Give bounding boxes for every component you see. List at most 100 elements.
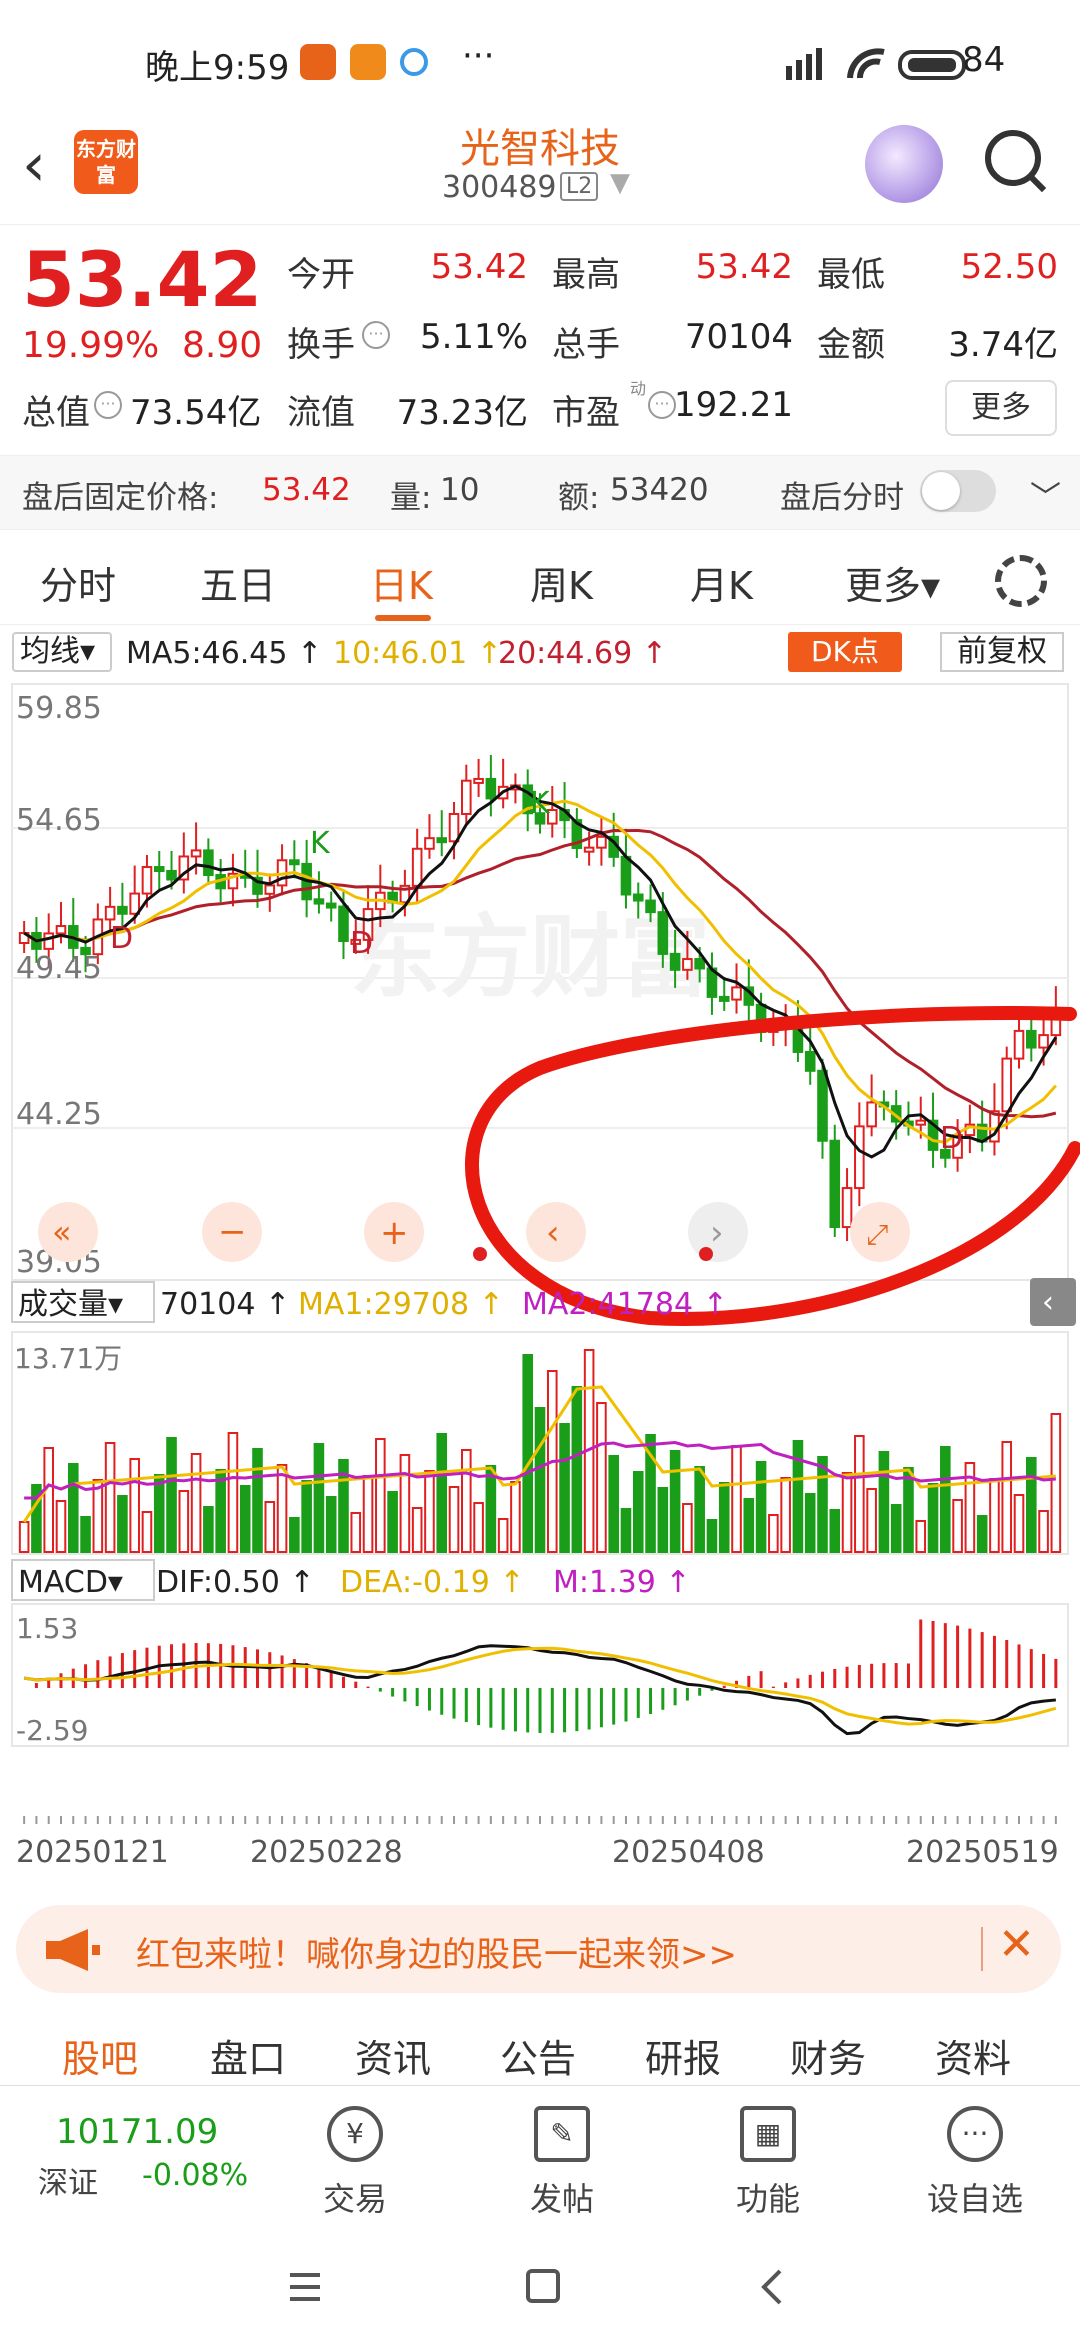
more-notifications-icon: ··· [462,36,495,76]
candle [1001,1057,1013,1113]
volume-bar [559,1423,570,1553]
info-icon[interactable]: ··· [362,321,390,349]
change-percent: 19.99% [22,325,160,366]
candle [583,846,595,853]
tab-monthly-k[interactable]: 月K [690,555,753,610]
info-icon[interactable]: ··· [94,391,122,419]
candle [731,986,742,1001]
trade-button[interactable]: ¥ 交易 [295,2106,415,2220]
level-badge[interactable]: L2 [560,172,599,201]
volume-bar [141,1511,153,1553]
tab-announcements[interactable]: 公告 [500,2028,576,2083]
robot-assistant-icon[interactable] [865,125,943,203]
candle [338,905,349,943]
volume-bar [313,1443,325,1553]
volume-max-label: 13.71万 [14,1342,122,1375]
volume-bar [755,1461,767,1553]
volume-bar [1025,1457,1037,1553]
candle [804,1050,816,1072]
stock-code[interactable]: 300489 [442,170,557,205]
back-nav-icon[interactable] [761,2269,782,2305]
index-value[interactable]: 10171.09 [56,2112,218,2152]
volume-bar [890,1504,902,1553]
edit-icon: ✎ [534,2106,590,2162]
candle [915,1119,927,1126]
candle [829,1139,841,1229]
volume-bar [596,1402,607,1553]
functions-button[interactable]: ▦ 功能 [708,2106,828,2220]
candle [325,902,337,909]
d-marker: D [350,926,373,961]
macd-dif: DIF:0.50 ↑ [156,1565,314,1600]
index-name[interactable]: 深证 [38,2158,98,2202]
system-nav-bar [0,2215,1080,2340]
tab-finance[interactable]: 财务 [790,2028,866,2083]
volume-bar [289,1517,300,1553]
volume-bar [448,1486,460,1553]
candle [866,1101,877,1128]
k-marker: K [530,786,551,821]
candle [448,812,460,843]
gear-icon[interactable] [995,555,1047,607]
svg-text:+: + [380,1213,409,1253]
volume-bar [436,1433,448,1553]
post-button[interactable]: ✎ 发帖 [502,2106,622,2220]
mktcap-label: 总值 [22,393,90,433]
volume-ma1: MA1:29708 ↑ [298,1287,504,1322]
volume-bar [743,1498,755,1553]
volume-bar [510,1481,521,1553]
tab-guba[interactable]: 股吧 [62,2028,138,2083]
candle [411,847,423,887]
add-watchlist-button[interactable]: ··· 设自选 [915,2106,1035,2220]
dk-point-button[interactable]: DK点 [788,632,902,672]
tab-daily-k[interactable]: 日K [370,555,433,610]
candle [596,835,607,849]
candle [669,952,681,971]
candle [1013,1029,1025,1060]
volume-bar [239,1485,251,1553]
volume-bar [1038,1510,1049,1553]
search-icon[interactable] [985,130,1041,186]
tab-orderbook[interactable]: 盘口 [210,2028,286,2083]
adjust-button[interactable]: 前复权 [940,632,1064,672]
chart-header: 均线▾ MA5:46.45 ↑ 10:46.01 ↑ 20:44.69 ↑ DK… [0,628,1080,678]
tab-research[interactable]: 研报 [645,2028,721,2083]
promo-banner[interactable]: 红包来啦！喊你身边的股民一起来领>> ✕ [16,1905,1061,1993]
menu-icon[interactable] [290,2273,320,2301]
home-icon[interactable] [526,2269,560,2303]
float-value: 73.23亿 [396,393,528,433]
close-icon[interactable]: ✕ [998,1919,1035,1970]
kline-chart-area[interactable]: 东方财富 59.85 54.65 49.45 44.25 39.05 K K D… [0,678,1080,1878]
volume-bar [178,1490,190,1553]
volume-bar [424,1470,435,1553]
grid-icon: ▦ [740,2106,796,2162]
candle [841,1187,853,1229]
d-marker: D [940,1121,963,1156]
tab-profile[interactable]: 资料 [935,2028,1011,2083]
tab-more[interactable]: 更多▾ [845,555,940,610]
volume-bar [706,1519,718,1553]
after-hours-toggle[interactable] [920,470,996,512]
dropdown-icon[interactable]: ▼ [610,168,630,198]
volume-bar [129,1458,140,1553]
volume-bar [190,1453,202,1553]
candle [1025,1029,1037,1049]
volume-bar [411,1507,423,1553]
more-button[interactable]: 更多 [945,380,1057,436]
chevron-down-icon[interactable]: ﹀ [1030,472,1061,517]
index-change[interactable]: -0.08% [142,2158,248,2193]
status-time: 晚上9:59 [145,48,290,88]
indicator-select[interactable]: 均线▾ [12,632,112,672]
change-amount: 8.90 [182,325,263,366]
volume-bar [43,1447,55,1553]
candle [485,777,497,800]
tab-news[interactable]: 资讯 [355,2028,431,2083]
tab-timeshare[interactable]: 分时 [40,555,116,610]
tab-five-day[interactable]: 五日 [200,555,276,610]
ma5-value: MA5:46.45 ↑ [126,636,323,671]
tab-weekly-k[interactable]: 周K [530,555,593,610]
after-hours-qty-label: 量: [390,480,432,516]
volume-bar [768,1514,779,1553]
candle [436,837,448,844]
y-tick-label: 59.85 [16,691,102,726]
